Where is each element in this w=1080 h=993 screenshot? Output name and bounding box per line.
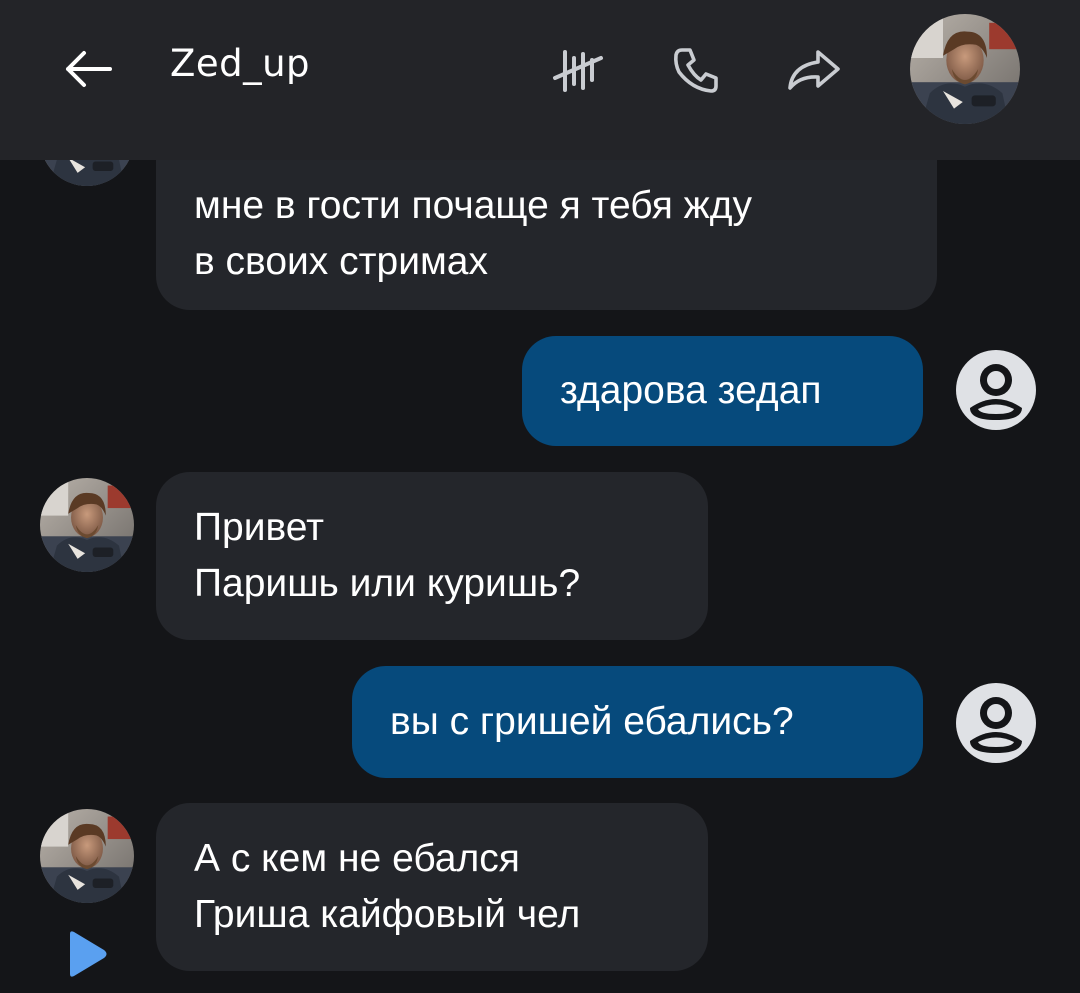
contact-avatar-image: [40, 809, 134, 903]
chat-header: Zed_up: [0, 0, 1080, 160]
header-contact-avatar[interactable]: [910, 14, 1020, 124]
message-text-line: Привет: [194, 506, 325, 549]
phone-icon: [674, 48, 718, 93]
chat-title[interactable]: Zed_up: [170, 42, 310, 85]
contact-avatar[interactable]: [40, 809, 134, 903]
message-text-line: Паришь или куришь?: [194, 562, 581, 605]
share-button[interactable]: [782, 40, 846, 100]
contact-avatar-image: [40, 478, 134, 572]
message-text-line: здарова зедап: [560, 369, 822, 412]
message-text-line: вы с гришей ебались?: [390, 700, 794, 743]
contact-avatar[interactable]: [40, 478, 134, 572]
vk-tally-button[interactable]: [545, 40, 609, 100]
message-text-line: Гриша кайфовый чел: [194, 893, 581, 936]
chat-screen: мне в гости почаще я тебя жду в своих ст…: [0, 0, 1080, 993]
header-avatar-image: [910, 14, 1020, 124]
message-text-line: А с кем не ебался: [194, 837, 520, 880]
user-placeholder-icon[interactable]: [956, 350, 1036, 430]
message-text-line: мне в гости почаще я тебя жду: [194, 184, 753, 227]
message-bubble-outgoing[interactable]: здарова зедап: [522, 336, 923, 446]
arrow-left-icon: [66, 51, 112, 87]
call-button[interactable]: [664, 40, 728, 100]
message-bubble-incoming[interactable]: Привет Паришь или куришь?: [156, 472, 708, 640]
message-bubble-outgoing[interactable]: вы с гришей ебались?: [352, 666, 923, 778]
vk-tally-icon: [553, 50, 603, 92]
message-text-line: в своих стримах: [194, 240, 488, 283]
message-bubble-incoming[interactable]: А с кем не ебался Гриша кайфовый чел: [156, 803, 708, 971]
play-icon[interactable]: [60, 928, 112, 980]
user-placeholder-icon[interactable]: [956, 683, 1036, 763]
share-arrow-icon: [788, 50, 840, 90]
back-button[interactable]: [58, 44, 118, 94]
